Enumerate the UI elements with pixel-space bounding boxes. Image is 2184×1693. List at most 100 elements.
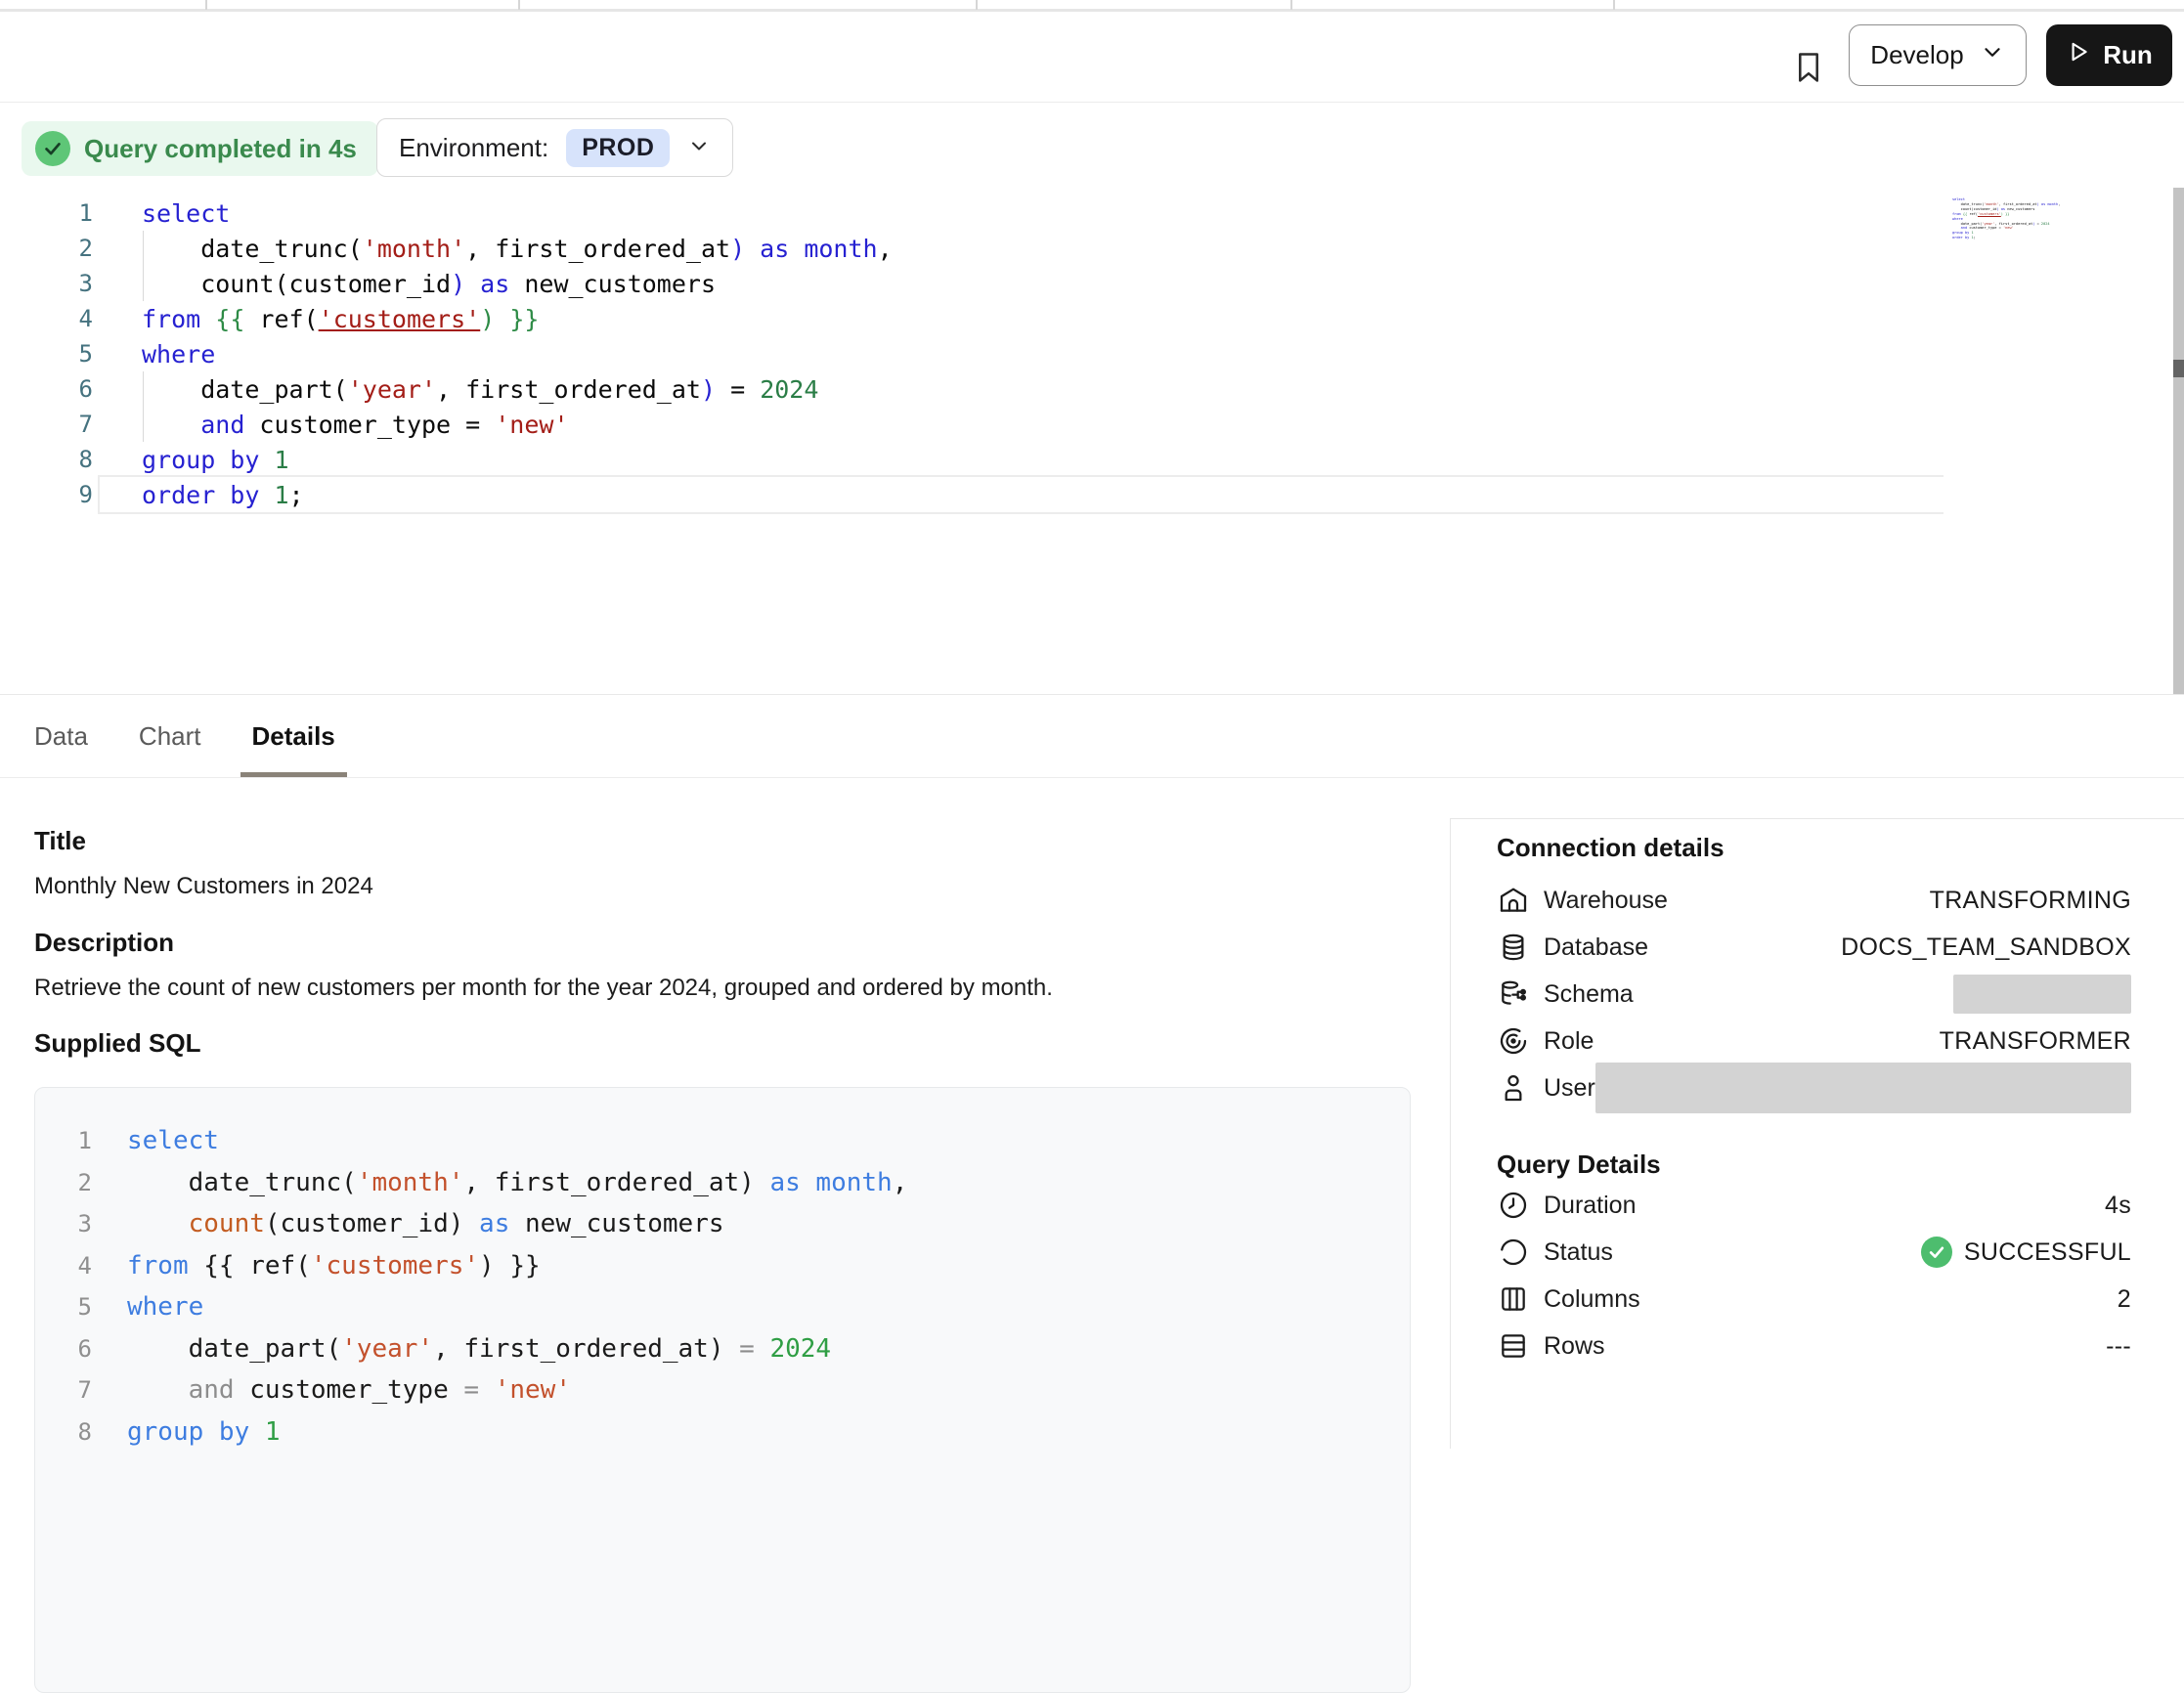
code-text: and customer_type = 'new' [142, 411, 569, 439]
line-number: 9 [0, 481, 93, 508]
line-number: 1 [35, 1127, 92, 1154]
editor-lines: 1 select 2 date_trunc('month', first_order… [0, 195, 2184, 512]
develop-dropdown-button[interactable]: Develop [1849, 24, 2027, 86]
detail-label: Warehouse [1544, 887, 1668, 915]
supplied-sql-lines: 1 select 2 date_trunc('month', first_order… [35, 1120, 1410, 1453]
window-tab-divider [1613, 0, 1615, 10]
code-text: from {{ ref('customers') }} [142, 305, 539, 333]
status-text: SUCCESSFUL [1964, 1238, 2131, 1267]
code-text: select [142, 199, 230, 228]
code-line: 2 date_trunc('month', first_ordered_at) … [35, 1162, 1410, 1204]
code-text: and customer_type = 'new' [127, 1375, 571, 1405]
detail-label: Status [1544, 1238, 1613, 1267]
sql-editor[interactable]: 1 select 2 date_trunc('month', first_order… [0, 195, 2184, 694]
detail-value: --- [2106, 1332, 2131, 1361]
window-tab-divider [205, 0, 207, 10]
status-spinner-icon [1497, 1236, 1530, 1269]
window-top-strip [0, 0, 2184, 12]
code-line: 8group by 1 [35, 1411, 1410, 1454]
window-tab-divider [1290, 0, 1292, 10]
window-tab-divider [518, 0, 520, 10]
code-text: select [127, 1126, 219, 1155]
header-bar: Develop Run [0, 15, 2184, 103]
code-text: where [142, 340, 215, 369]
code-text: order by 1; [142, 481, 304, 509]
code-line: 7 and customer_type = 'new' [0, 407, 2184, 442]
line-number: 4 [35, 1252, 92, 1280]
query-details-heading: Query Details [1497, 1150, 1661, 1180]
code-text: from {{ ref('customers') }} [127, 1251, 541, 1281]
detail-row-duration: Duration4s [1497, 1182, 2131, 1229]
code-text: count(customer_id) as new_customers [142, 270, 716, 298]
code-text: date_trunc('month', first_ordered_at) as… [142, 235, 893, 263]
tab-data[interactable]: Data [34, 695, 88, 777]
details-pane: Title Monthly New Customers in 2024 Desc… [0, 779, 2184, 1449]
code-line: 8group by 1 [0, 442, 2184, 477]
line-number: 7 [35, 1376, 92, 1404]
play-icon [2066, 39, 2091, 71]
detail-label: Duration [1544, 1192, 1637, 1220]
editor-scrollbar[interactable] [2173, 188, 2184, 710]
code-line: 1 select [0, 195, 2184, 231]
run-label: Run [2103, 40, 2153, 70]
line-number: 6 [0, 375, 93, 403]
check-circle-icon [35, 131, 70, 166]
code-line: 7 and customer_type = 'new' [35, 1369, 1410, 1411]
detail-row-role: RoleTRANSFORMER [1497, 1018, 2131, 1064]
details-left-panel: Title Monthly New Customers in 2024 Desc… [34, 779, 1413, 1449]
code-line: 3 count(customer_id) as new_customers [0, 266, 2184, 301]
query-status-badge: Query completed in 4s [22, 121, 378, 176]
warehouse-icon [1497, 884, 1530, 917]
detail-row-user: User [1497, 1064, 2131, 1111]
code-line: 9 order by 1; [0, 477, 2184, 512]
develop-label: Develop [1870, 40, 1963, 70]
schema-icon [1497, 977, 1530, 1011]
detail-row-schema: Schema [1497, 971, 2131, 1018]
detail-row-database: DatabaseDOCS_TEAM_SANDBOX [1497, 924, 2131, 971]
database-icon [1497, 931, 1530, 964]
redacted-value-box [1595, 1063, 2131, 1113]
detail-label: User [1544, 1074, 1595, 1103]
code-text: date_part('year', first_ordered_at) = 20… [127, 1334, 831, 1364]
code-line: 4from {{ ref('customers') }} [0, 301, 2184, 336]
indent-guide [143, 231, 144, 301]
line-number: 5 [35, 1293, 92, 1321]
line-number: 3 [0, 270, 93, 297]
detail-row-status: Status SUCCESSFUL [1497, 1229, 2131, 1276]
description-value: Retrieve the count of new customers per … [34, 975, 1053, 1002]
bookmark-button[interactable] [1787, 44, 1830, 93]
title-heading: Title [34, 826, 86, 856]
code-line: 5 where [35, 1286, 1410, 1328]
role-icon [1497, 1024, 1530, 1058]
code-line: 3 count(customer_id) as new_customers [35, 1203, 1410, 1245]
detail-label: Database [1544, 933, 1648, 962]
check-circle-icon [1921, 1237, 1952, 1268]
title-value: Monthly New Customers in 2024 [34, 873, 373, 900]
line-number: 1 [0, 199, 93, 227]
run-button[interactable]: Run [2046, 24, 2172, 86]
code-text: group by 1 [142, 446, 289, 474]
detail-value: TRANSFORMING [1930, 887, 2131, 915]
supplied-sql-heading: Supplied SQL [34, 1028, 200, 1059]
description-heading: Description [34, 928, 174, 958]
detail-row-warehouse: Warehouse TRANSFORMING [1497, 877, 2131, 924]
redacted-value-box [1953, 975, 2131, 1014]
code-line: 5where [0, 336, 2184, 371]
environment-dropdown[interactable]: Environment: PROD [376, 118, 733, 177]
environment-value-pill: PROD [566, 129, 670, 167]
code-line: 2 date_trunc('month', first_ordered_at) … [0, 231, 2184, 266]
code-line: 1 select [35, 1120, 1410, 1162]
scrollbar-thumb[interactable] [2173, 360, 2184, 377]
rows-icon [1497, 1329, 1530, 1363]
code-text: group by 1 [127, 1417, 281, 1447]
chevron-down-icon [1980, 39, 2005, 71]
code-text: date_part('year', first_ordered_at) = 20… [142, 375, 818, 404]
code-line: 6 date_part('year', first_ordered_at) = … [0, 371, 2184, 407]
detail-value: 2 [2118, 1285, 2131, 1314]
editor-minimap[interactable]: select date_trunc('month', first_ordered… [1952, 197, 2060, 240]
tab-chart[interactable]: Chart [139, 695, 201, 777]
code-text: where [127, 1292, 203, 1322]
tab-details[interactable]: Details [252, 695, 335, 777]
environment-label: Environment: [399, 133, 548, 163]
detail-value: TRANSFORMER [1940, 1027, 2131, 1056]
